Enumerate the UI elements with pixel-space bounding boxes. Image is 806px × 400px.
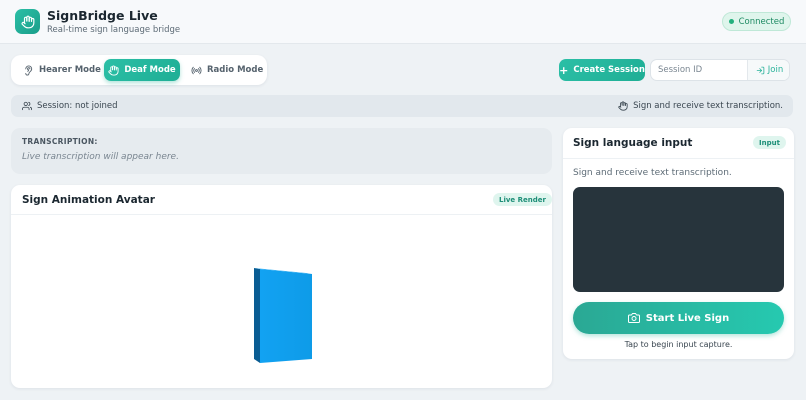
join-session-group: Join xyxy=(650,59,790,81)
hand-icon xyxy=(21,15,34,28)
mode-hint-label: Sign and receive text transcription. xyxy=(633,101,783,111)
status-dot-icon xyxy=(728,19,734,24)
users-icon xyxy=(22,101,32,111)
avatar-card-header: Sign Animation Avatar Live Render xyxy=(11,185,552,215)
radio-mode-label: Radio Mode xyxy=(207,65,264,75)
sign-input-card: Sign language input Input Sign and recei… xyxy=(563,128,794,359)
mode-hint: Sign and receive text transcription. xyxy=(618,95,783,117)
input-badge: Input xyxy=(753,136,786,149)
connection-status-label: Connected xyxy=(738,16,785,27)
avatar-3d-model xyxy=(254,268,312,363)
app-header: SignBridge Live Real-time sign language … xyxy=(0,0,806,44)
session-status-label: Session: not joined xyxy=(37,101,118,111)
deaf-mode-button[interactable]: Deaf Mode xyxy=(104,59,180,81)
hand-icon xyxy=(108,64,119,76)
session-status-bar: Session: not joined Sign and receive tex… xyxy=(11,95,793,117)
hand-icon xyxy=(618,101,628,111)
transcription-text: Live transcription will appear here. xyxy=(22,152,179,162)
sign-input-title: Sign language input xyxy=(573,137,693,149)
create-session-label: Create Session xyxy=(573,65,645,75)
login-icon xyxy=(756,66,765,74)
radio-mode-button[interactable]: Radio Mode xyxy=(191,59,263,81)
plus-icon: + xyxy=(559,63,569,77)
session-id-input[interactable] xyxy=(651,60,746,80)
ear-icon xyxy=(25,65,33,75)
app-title: SignBridge Live xyxy=(47,8,158,23)
camera-icon xyxy=(627,313,640,323)
live-render-badge: Live Render xyxy=(493,193,552,206)
start-live-sign-button[interactable]: Start Live Sign xyxy=(573,302,784,334)
transcription-panel: TRANSCRIPTION: Live transcription will a… xyxy=(11,128,552,174)
mode-switcher: Hearer Mode Deaf Mode Radio Mode xyxy=(11,55,267,85)
start-live-sign-label: Start Live Sign xyxy=(645,312,730,324)
avatar-card: Sign Animation Avatar Live Render xyxy=(11,185,552,388)
hearer-mode-button[interactable]: Hearer Mode xyxy=(23,59,101,81)
sign-input-description: Sign and receive text transcription. xyxy=(573,168,732,178)
session-status: Session: not joined xyxy=(22,95,118,117)
avatar-render-stage xyxy=(11,216,552,388)
create-session-button[interactable]: + Create Session xyxy=(559,59,645,81)
app-subtitle: Real-time sign language bridge xyxy=(47,25,181,35)
radio-waves-icon xyxy=(191,66,202,74)
camera-preview xyxy=(573,187,784,292)
connection-status-badge: Connected xyxy=(722,12,791,31)
divider xyxy=(563,158,794,159)
app-logo xyxy=(15,9,40,34)
join-label: Join xyxy=(767,65,784,75)
deaf-mode-label: Deaf Mode xyxy=(124,65,176,75)
avatar-title: Sign Animation Avatar xyxy=(22,194,155,206)
transcription-label: TRANSCRIPTION: xyxy=(22,137,98,146)
join-button[interactable]: Join xyxy=(747,60,789,80)
start-hint: Tap to begin input capture. xyxy=(624,340,733,349)
hearer-mode-label: Hearer Mode xyxy=(39,65,101,75)
